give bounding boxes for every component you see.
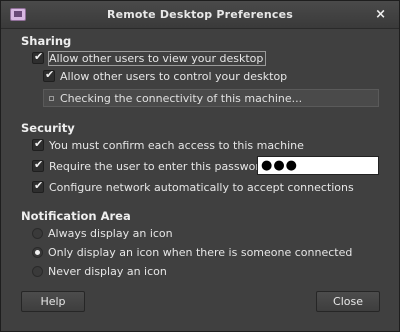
remote-desktop-preferences-window: Remote Desktop Preferences × Sharing All… — [0, 0, 400, 332]
password-input[interactable]: ●●● — [257, 156, 379, 175]
require-password-checkbox[interactable] — [32, 158, 44, 172]
window-title: Remote Desktop Preferences — [106, 8, 294, 21]
notify-always-label: Always display an icon — [48, 226, 173, 240]
confirm-access-label: You must confirm each access to this mac… — [49, 138, 304, 152]
allow-control-checkbox-row[interactable]: Allow other users to control your deskto… — [43, 68, 287, 84]
allow-view-checkbox-row[interactable]: Allow other users to view your desktop — [32, 50, 267, 66]
notify-never-radio-row[interactable]: Never display an icon — [32, 263, 167, 279]
configure-network-label: Configure network automatically to accep… — [49, 180, 354, 194]
notify-connected-radio[interactable] — [32, 246, 43, 258]
help-button[interactable]: Help — [21, 291, 85, 312]
notify-always-radio[interactable] — [32, 227, 43, 239]
sharing-section-title: Sharing — [21, 34, 72, 48]
notify-never-label: Never display an icon — [48, 264, 167, 278]
notify-never-radio[interactable] — [32, 265, 43, 277]
allow-view-label: Allow other users to view your desktop — [47, 50, 267, 66]
connectivity-status: Checking the connectivity of this machin… — [43, 89, 379, 107]
allow-control-label: Allow other users to control your deskto… — [60, 69, 288, 83]
title-bar[interactable]: Remote Desktop Preferences × — [1, 1, 399, 29]
confirm-access-checkbox[interactable] — [32, 137, 44, 151]
allow-view-checkbox[interactable] — [32, 50, 44, 64]
notification-section-title: Notification Area — [21, 209, 131, 223]
connectivity-status-text: Checking the connectivity of this machin… — [60, 91, 303, 105]
notify-always-radio-row[interactable]: Always display an icon — [32, 225, 173, 241]
configure-network-checkbox[interactable] — [32, 179, 44, 193]
close-button[interactable]: Close — [316, 291, 380, 312]
require-password-checkbox-row[interactable]: Require the user to enter this password: — [32, 158, 270, 174]
close-icon[interactable]: × — [375, 7, 386, 22]
security-section-title: Security — [21, 121, 75, 135]
notify-connected-radio-row[interactable]: Only display an icon when there is someo… — [32, 244, 352, 260]
notify-connected-label: Only display an icon when there is someo… — [48, 245, 353, 259]
spinner-icon — [49, 95, 54, 101]
configure-network-checkbox-row[interactable]: Configure network automatically to accep… — [32, 179, 354, 195]
allow-control-checkbox[interactable] — [43, 68, 55, 82]
require-password-label: Require the user to enter this password: — [49, 159, 271, 173]
confirm-access-checkbox-row[interactable]: You must confirm each access to this mac… — [32, 137, 304, 153]
